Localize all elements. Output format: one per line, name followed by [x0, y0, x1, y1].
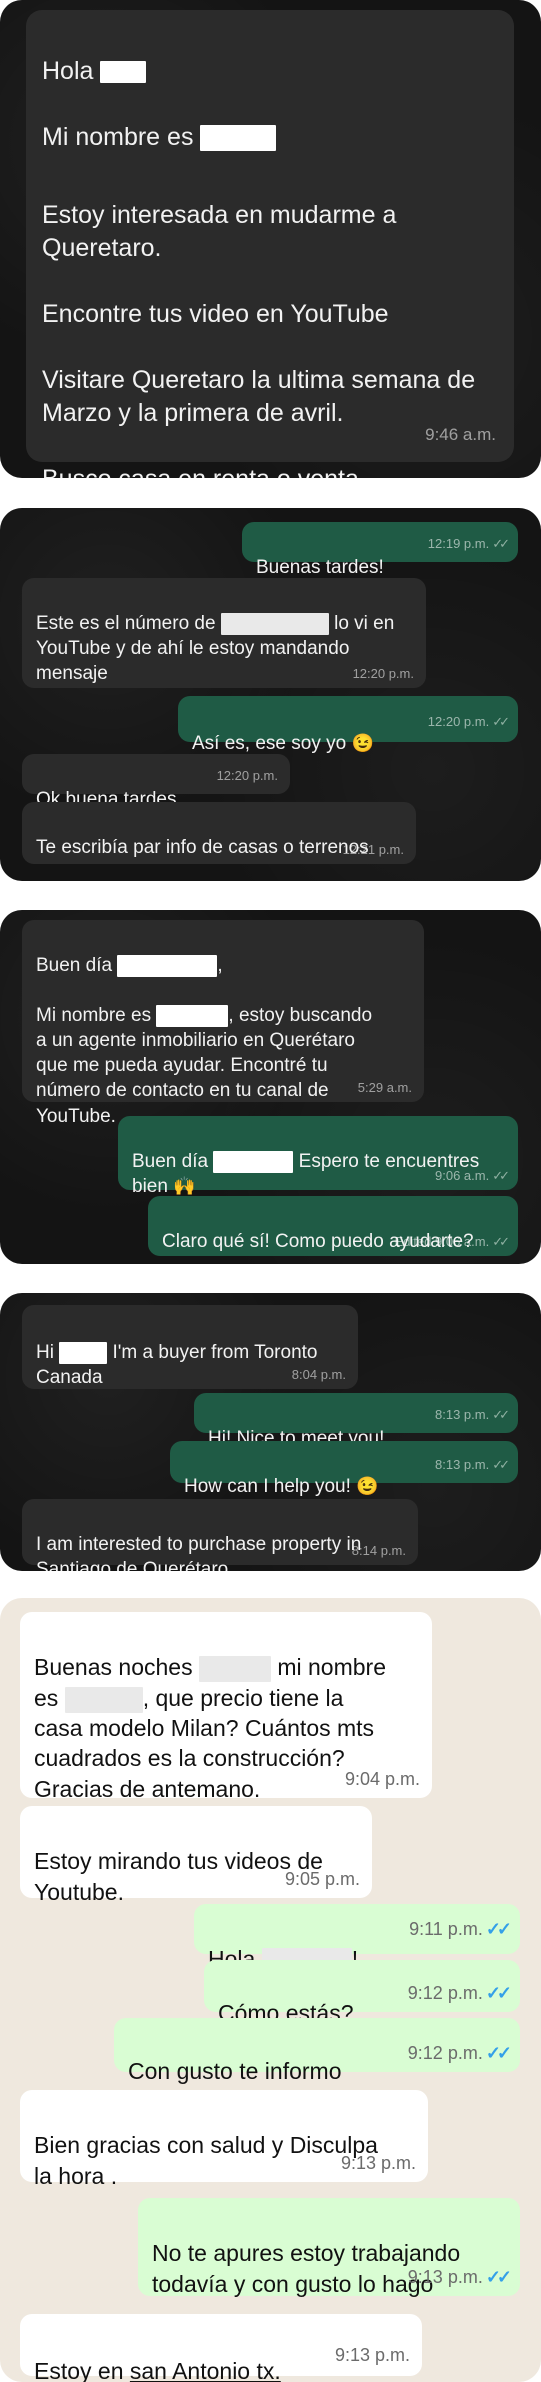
message-bubble[interactable]: Ok buena tardes 12:20 p.m. — [22, 754, 290, 810]
message-bubble[interactable]: Así es, ese soy yo 😉 12:20 p.m. ✓✓ — [178, 696, 518, 754]
message-text: Este es el número de — [36, 613, 216, 635]
screenshot-panel-1: Hola Mi nombre es Estoy interesada en mu… — [0, 0, 541, 478]
message-bubble[interactable]: Hi I'm a buyer from Toronto Canada 8:04 … — [22, 1305, 358, 1389]
delivered-ticks-icon: ✓✓ — [492, 1456, 510, 1472]
message-bubble[interactable]: Bien gracias con salud y Disculpa la hor… — [20, 2090, 428, 2189]
message-time: 8:13 p.m. — [435, 1456, 490, 1472]
message-bubble[interactable]: Buen día Espero te encuentres bien 🙌 9:0… — [118, 1116, 518, 1197]
screenshot-panel-5: Buenas noches mi nombre es , que precio … — [0, 1598, 541, 2382]
message-time: 9:11 p.m. — [409, 1919, 483, 1940]
message-bubble[interactable]: Cómo estás? 9:12 p.m. ✓✓ — [204, 1960, 520, 2026]
message-text: Bien gracias con salud y Disculpa la hor… — [34, 2132, 378, 2189]
message-text: , — [217, 955, 223, 977]
message-bubble[interactable]: Claro qué sí! Como puedo ayudarte? Edite… — [148, 1196, 518, 1256]
message-bubble[interactable]: How can I help you! 😉 8:13 p.m. ✓✓ — [170, 1441, 518, 1497]
message-time: 9:12 p.m. — [407, 2043, 483, 2064]
message-time: 5:29 a.m. — [357, 1079, 412, 1095]
message-time: 9:04 p.m. — [344, 1769, 420, 1790]
message-text: Con gusto te informo — [128, 2058, 342, 2085]
message-time: 12:20 p.m. — [352, 665, 414, 681]
message-bubble[interactable]: Este es el número de lo vi en YouTube y … — [22, 578, 426, 688]
message-text: Buen día — [132, 1151, 209, 1173]
message-bubble[interactable]: Estoy mirando tus videos de Youtube. 9:0… — [20, 1806, 372, 1905]
delivered-ticks-icon: ✓✓ — [492, 1406, 510, 1422]
message-time: 8:13 p.m. — [435, 1406, 490, 1422]
message-bubble[interactable]: I am interested to purchase property in … — [22, 1499, 418, 1571]
message-bubble[interactable]: Buenas noches mi nombre es , que precio … — [20, 1612, 432, 1802]
message-bubble[interactable]: Te escribía par info de casas o terrenos… — [22, 802, 416, 864]
location-link[interactable]: san Antonio tx. — [130, 2358, 281, 2382]
redacted-name — [220, 613, 329, 636]
message-bubble[interactable]: Buen día , Mi nombre es , estoy buscando… — [22, 920, 424, 1127]
message-time: 9:46 a.m. — [425, 424, 496, 444]
redacted-name — [100, 61, 147, 84]
redacted-name — [156, 1005, 229, 1028]
message-text: Estoy en — [34, 2358, 124, 2382]
message-bubble[interactable]: No te apures estoy trabajando todavía y … — [138, 2198, 520, 2297]
message-text: Mi nombre es — [36, 1005, 152, 1027]
redacted-name — [198, 1656, 271, 1683]
message-text: Estoy mirando tus videos de Youtube. — [34, 1848, 323, 1905]
delivered-ticks-icon: ✓✓ — [492, 1167, 510, 1183]
message-text: Mi nombre es — [42, 123, 194, 151]
message-bubble[interactable]: Estoy en san Antonio tx. 9:13 p.m. — [20, 2314, 422, 2382]
delivered-ticks-icon: ✓✓ — [492, 713, 510, 729]
message-time: 9:13 p.m. — [407, 2267, 483, 2288]
message-time: 12:21 p.m. — [342, 841, 404, 857]
message-time: 12:20 p.m. — [427, 713, 490, 729]
message-text: How can I help you! — [184, 1476, 351, 1498]
redacted-name — [64, 1686, 143, 1713]
raising-hands-emoji-icon: 🙌 — [173, 1176, 196, 1197]
message-time: 12:19 p.m. — [427, 535, 490, 551]
message-text: Así es, ese soy yo — [192, 733, 347, 755]
message-time: 12:20 p.m. — [216, 767, 278, 783]
message-time: 9:05 p.m. — [284, 1869, 360, 1890]
read-ticks-icon: ✓✓ — [485, 2267, 512, 2288]
message-text: Te escribía par info de casas o terrenos — [36, 837, 369, 859]
redacted-name — [213, 1151, 294, 1174]
message-bubble[interactable]: Con gusto te informo 9:12 p.m. ✓✓ — [114, 2018, 520, 2084]
message-bubble[interactable]: Hola Mi nombre es Estoy interesada en mu… — [26, 10, 514, 478]
edited-message-time: Edited 9:06 a.m. — [394, 1233, 490, 1249]
message-text: I am interested to purchase property in … — [36, 1534, 362, 1571]
message-time: 9:06 a.m. — [435, 1167, 490, 1183]
message-time: 9:12 p.m. — [407, 1983, 483, 2004]
delivered-ticks-icon: ✓✓ — [492, 535, 510, 551]
message-text: Hola — [42, 57, 94, 85]
message-time: 9:13 p.m. — [340, 2153, 416, 2174]
message-time: 9:13 p.m. — [334, 2345, 410, 2366]
message-time: 8:14 p.m. — [351, 1542, 406, 1558]
read-ticks-icon: ✓✓ — [485, 2043, 512, 2064]
redacted-name — [200, 125, 277, 152]
message-text: Buenas tardes! — [256, 557, 384, 579]
screenshot-panel-3: Buen día , Mi nombre es , estoy buscando… — [0, 910, 541, 1264]
message-bubble[interactable]: Buenas tardes! 12:19 p.m. ✓✓ — [242, 522, 518, 578]
screenshot-panel-4: Hi I'm a buyer from Toronto Canada 8:04 … — [0, 1293, 541, 1571]
message-time: 8:04 p.m. — [291, 1366, 346, 1382]
redacted-name — [59, 1342, 108, 1365]
winking-face-emoji-icon: 😉 — [351, 733, 374, 754]
screenshot-panel-2: Buenas tardes! 12:19 p.m. ✓✓ Este es el n… — [0, 508, 541, 881]
winking-face-emoji-icon: 😉 — [356, 1476, 379, 1497]
delivered-ticks-icon: ✓✓ — [492, 1233, 510, 1249]
read-ticks-icon: ✓✓ — [485, 1919, 512, 1940]
message-text: Buen día — [36, 955, 113, 977]
message-text: Hi — [36, 1342, 54, 1364]
redacted-name — [117, 955, 218, 978]
read-ticks-icon: ✓✓ — [485, 1983, 512, 2004]
message-bubble[interactable]: Hi! Nice to meet you! 8:13 p.m. ✓✓ — [194, 1393, 518, 1449]
message-text: Buenas noches — [34, 1654, 193, 1681]
message-bubble[interactable]: Hola ! 9:11 p.m.✓✓ — [194, 1904, 520, 1975]
